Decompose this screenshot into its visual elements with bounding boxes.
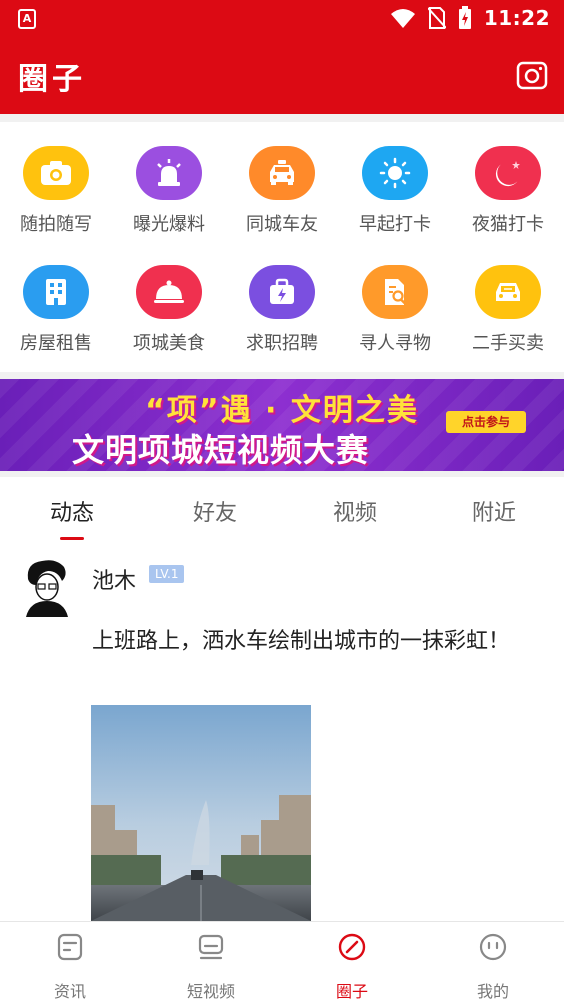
divider	[0, 114, 564, 122]
nav-label: 短视频	[186, 982, 235, 1001]
grid-item-food[interactable]: 项城美食	[113, 265, 225, 355]
post-text: 上班路上，洒水车绘制出城市的一抹彩虹！	[92, 629, 511, 654]
tab-dynamics[interactable]: 动态	[22, 495, 122, 527]
grid-item-early-checkin[interactable]: 早起打卡	[339, 146, 451, 236]
grid-item-label: 求职招聘	[246, 333, 318, 354]
camera-icon[interactable]	[516, 60, 548, 90]
grid-item-exposure[interactable]: 曝光爆料	[113, 146, 225, 236]
siren-icon	[136, 146, 202, 200]
grid-item-housing[interactable]: 房屋租售	[0, 265, 112, 355]
banner-participate-button[interactable]: 点击参与	[446, 411, 526, 433]
bottom-navigation: 资讯 短视频 圈子 我的	[0, 921, 564, 1002]
grid-item-photo-post[interactable]: 随拍随写	[0, 146, 112, 236]
nav-label: 我的	[476, 982, 509, 1001]
car-icon	[475, 265, 541, 319]
nav-item-profile[interactable]: 我的	[433, 932, 553, 1002]
sun-icon	[362, 146, 428, 200]
grid-item-label: 寻人寻物	[359, 333, 431, 354]
post-photo[interactable]	[91, 705, 311, 921]
profile-face-icon	[479, 933, 507, 961]
grid-item-label: 项城美食	[133, 333, 205, 354]
app-header: 圈子	[0, 38, 564, 114]
grid-item-night-checkin[interactable]: 夜猫打卡	[452, 146, 564, 236]
divider	[0, 372, 564, 379]
status-indicators: 11:22	[390, 6, 550, 30]
camera-icon	[23, 146, 89, 200]
battery-charging-icon	[458, 6, 471, 29]
tab-nearby[interactable]: 附近	[444, 495, 544, 527]
level-badge: LV.1	[149, 565, 185, 583]
grid-item-car-friends[interactable]: 同城车友	[226, 146, 338, 236]
briefcase-icon	[249, 265, 315, 319]
grid-item-label: 同城车友	[246, 214, 318, 235]
post-username[interactable]: 池木	[92, 563, 136, 595]
nav-item-news[interactable]: 资讯	[10, 932, 130, 1002]
building-icon	[23, 265, 89, 319]
banner-subheadline: 文明项城短视频大赛	[72, 431, 370, 469]
page-title: 圈子	[18, 62, 86, 97]
grid-item-second-hand[interactable]: 二手买卖	[452, 265, 564, 355]
news-icon	[57, 933, 83, 961]
clock: 11:22	[483, 6, 550, 30]
wifi-icon	[390, 9, 415, 28]
active-tab-indicator	[60, 537, 84, 540]
nav-item-circle[interactable]: 圈子	[292, 932, 412, 1002]
grid-item-label: 房屋租售	[20, 333, 92, 354]
grid-item-lost-found[interactable]: 寻人寻物	[339, 265, 451, 355]
nav-item-short-video[interactable]: 短视频	[151, 932, 271, 1002]
taxi-icon	[249, 146, 315, 200]
food-cloche-icon	[136, 265, 202, 319]
grid-item-label: 二手买卖	[472, 333, 544, 354]
grid-item-label: 早起打卡	[359, 214, 431, 235]
grid-item-jobs[interactable]: 求职招聘	[226, 265, 338, 355]
moon-icon	[475, 146, 541, 200]
nav-label: 资讯	[53, 982, 86, 1001]
nav-label: 圈子	[335, 982, 368, 1001]
grid-item-label: 曝光爆料	[133, 214, 205, 235]
grid-item-label: 夜猫打卡	[472, 214, 544, 235]
tab-video[interactable]: 视频	[305, 495, 405, 527]
feed-tabs: 动态 好友 视频 附近	[0, 477, 564, 543]
circle-pen-icon	[338, 933, 366, 961]
tab-friends[interactable]: 好友	[165, 495, 265, 527]
feature-grid: 随拍随写 曝光爆料 同城车友 早起打卡 夜猫打卡 房屋租售 项城美食 求职招聘 …	[0, 122, 564, 372]
app-notification-icon: A	[18, 9, 36, 29]
avatar[interactable]	[22, 557, 72, 617]
no-sim-icon	[427, 7, 446, 29]
status-bar: A 11:22	[0, 0, 564, 38]
video-icon	[198, 934, 224, 960]
feed-post[interactable]: 池木 LV.1 上班路上，洒水车绘制出城市的一抹彩虹！	[0, 543, 564, 921]
search-document-icon	[362, 265, 428, 319]
promo-banner[interactable]: “项”遇 · 文明之美 文明项城短视频大赛 点击参与	[0, 379, 564, 471]
grid-item-label: 随拍随写	[20, 214, 92, 235]
